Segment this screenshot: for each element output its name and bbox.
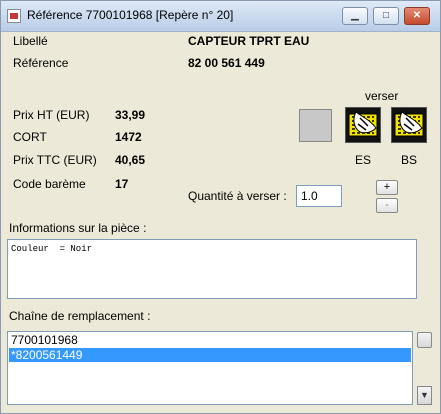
prix-ttc-label: Prix TTC (EUR)	[13, 153, 97, 167]
verser-heading: verser	[365, 89, 399, 103]
code-bareme-value: 17	[115, 177, 129, 191]
close-button[interactable]: ✕	[404, 7, 430, 25]
quantity-decrement-button[interactable]: -	[376, 198, 398, 213]
window-title: Référence 7700101968 [Repère n° 20]	[27, 8, 234, 22]
info-label: Informations sur la pièce :	[9, 221, 147, 235]
app-icon	[7, 9, 21, 23]
close-icon: ✕	[412, 10, 422, 21]
info-textarea[interactable]: Couleur = Noir	[7, 239, 417, 299]
reference-value: 82 00 561 449	[188, 56, 265, 70]
replacement-label: Chaîne de remplacement :	[9, 309, 151, 323]
libelle-value: CAPTEUR TPRT EAU	[188, 34, 310, 48]
cort-label: CORT	[13, 130, 47, 144]
prix-ht-label: Prix HT (EUR)	[13, 108, 90, 122]
quantity-label: Quantité à verser :	[188, 189, 287, 203]
prix-ttc-value: 40,65	[115, 153, 146, 167]
quantity-input[interactable]	[296, 185, 342, 207]
empty-action-button[interactable]	[299, 109, 332, 142]
list-item-selected[interactable]: *8200561449	[9, 348, 411, 362]
maximize-button[interactable]: □	[373, 7, 399, 25]
code-bareme-label: Code barème	[13, 177, 86, 191]
reference-window: Référence 7700101968 [Repère n° 20] ▁ □ …	[0, 0, 441, 414]
verser-es-button[interactable]	[345, 107, 381, 143]
quantity-increment-button[interactable]: +	[376, 180, 398, 195]
list-item[interactable]: 7700101968	[9, 333, 411, 347]
verser-bs-button[interactable]	[391, 107, 427, 143]
maximize-icon: □	[382, 10, 390, 21]
cort-value: 1472	[115, 130, 142, 144]
reference-label: Référence	[13, 56, 69, 70]
bs-label: BS	[401, 153, 418, 167]
stamp-bs-icon	[394, 111, 424, 137]
stamp-es-icon	[348, 111, 378, 137]
title-bar[interactable]: Référence 7700101968 [Repère n° 20] ▁ □ …	[1, 1, 440, 32]
es-label: ES	[355, 153, 372, 167]
minimize-icon: ▁	[351, 10, 359, 21]
minimize-button[interactable]: ▁	[342, 7, 368, 25]
scrollbar-thumb[interactable]	[417, 332, 432, 348]
libelle-label: Libellé	[13, 34, 48, 48]
chevron-down-icon: ▼	[420, 390, 429, 400]
replacement-list[interactable]: 7700101968 *8200561449	[7, 331, 413, 405]
scroll-down-button[interactable]: ▼	[417, 386, 432, 405]
prix-ht-value: 33,99	[115, 108, 146, 122]
